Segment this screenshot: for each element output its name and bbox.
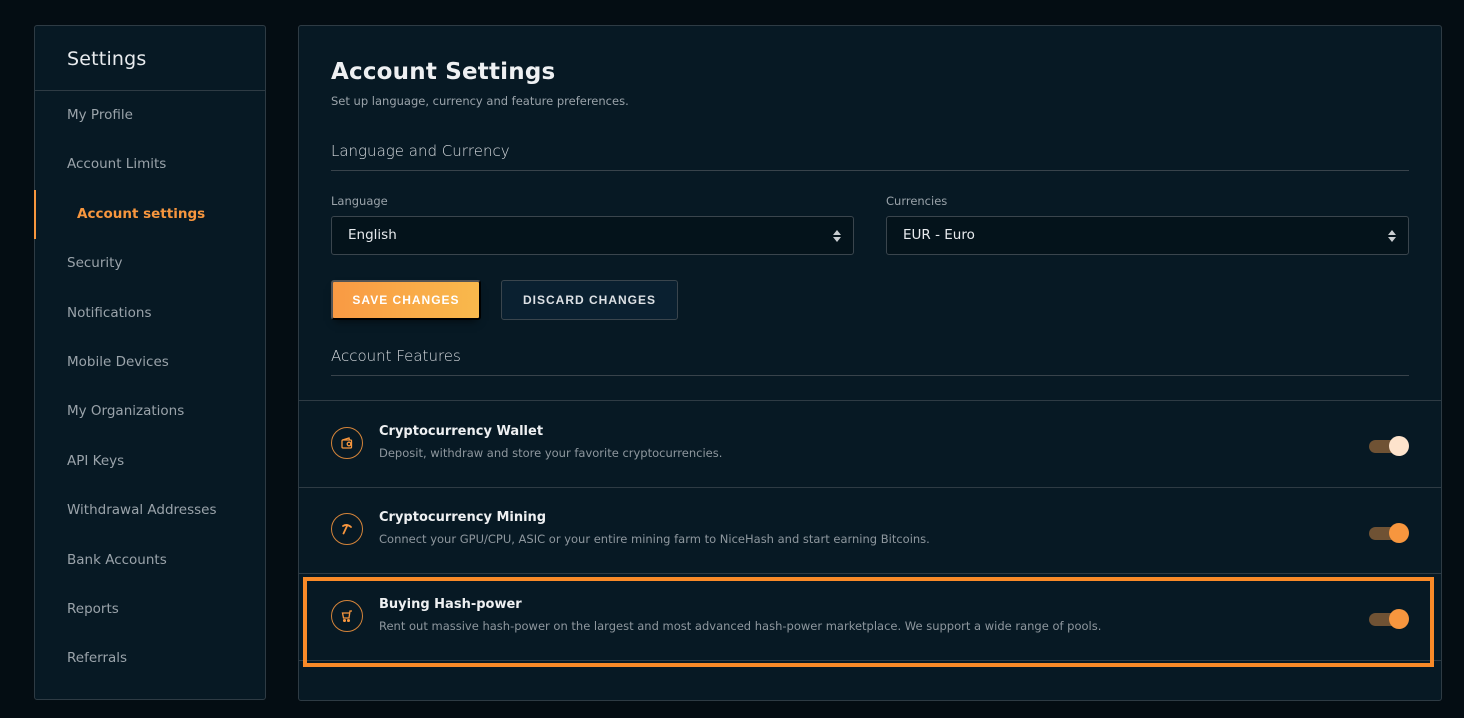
- save-changes-button[interactable]: SAVE CHANGES: [331, 280, 481, 320]
- language-select[interactable]: English: [331, 216, 854, 255]
- settings-sidebar: Settings My Profile Account Limits Accou…: [34, 25, 266, 700]
- sidebar-item-withdrawal-addresses[interactable]: Withdrawal Addresses: [35, 486, 265, 535]
- sidebar-item-referrals[interactable]: Referrals: [35, 634, 265, 683]
- discard-changes-button[interactable]: DISCARD CHANGES: [501, 280, 678, 320]
- currency-field-group: Currencies EUR - Euro: [886, 194, 1409, 255]
- currency-select-value: EUR - Euro: [903, 227, 975, 243]
- sidebar-item-my-profile[interactable]: My Profile: [35, 91, 265, 140]
- toggle-knob: [1389, 436, 1409, 456]
- sidebar-item-reports[interactable]: Reports: [35, 585, 265, 634]
- form-actions: SAVE CHANGES DISCARD CHANGES: [331, 280, 1409, 320]
- feature-row-wallet: Cryptocurrency Wallet Deposit, withdraw …: [299, 401, 1441, 488]
- feature-description: Deposit, withdraw and store your favorit…: [379, 445, 723, 460]
- feature-row-mining: Cryptocurrency Mining Connect your GPU/C…: [299, 488, 1441, 574]
- feature-text: Cryptocurrency Wallet Deposit, withdraw …: [379, 424, 722, 460]
- language-select-value: English: [348, 227, 397, 243]
- cart-icon: [331, 599, 363, 632]
- sidebar-item-mobile-devices[interactable]: Mobile Devices: [35, 338, 265, 387]
- language-currency-section-title: Language and Currency: [331, 142, 1409, 171]
- wallet-toggle[interactable]: [1369, 435, 1409, 457]
- feature-description: Connect your GPU/CPU, ASIC or your entir…: [379, 532, 930, 547]
- feature-text: Buying Hash-power Rent out massive hash-…: [379, 597, 1101, 633]
- feature-title: Cryptocurrency Mining: [379, 510, 547, 526]
- feature-row-buying-hashpower: Buying Hash-power Rent out massive hash-…: [299, 574, 1441, 661]
- language-currency-form: Language English Currencies EUR - Euro: [331, 194, 1409, 255]
- feature-title: Cryptocurrency Wallet: [379, 423, 544, 439]
- currency-select[interactable]: EUR - Euro: [886, 216, 1409, 255]
- mining-toggle[interactable]: [1369, 522, 1409, 544]
- sidebar-item-notifications[interactable]: Notifications: [35, 289, 265, 338]
- toggle-knob: [1389, 609, 1409, 629]
- currency-label: Currencies: [886, 194, 948, 208]
- feature-description: Rent out massive hash-power on the large…: [379, 618, 1102, 633]
- wallet-icon: [331, 426, 363, 459]
- sidebar-nav: My Profile Account Limits Account settin…: [34, 91, 265, 684]
- feature-title: Buying Hash-power: [379, 596, 522, 612]
- page-subtitle: Set up language, currency and feature pr…: [331, 94, 629, 108]
- sidebar-item-security[interactable]: Security: [35, 239, 265, 288]
- sidebar-item-bank-accounts[interactable]: Bank Accounts: [35, 536, 265, 585]
- sidebar-item-api-keys[interactable]: API Keys: [35, 437, 265, 486]
- toggle-knob: [1389, 522, 1409, 543]
- features-list: Cryptocurrency Wallet Deposit, withdraw …: [299, 400, 1441, 661]
- account-features-section-title: Account Features: [331, 347, 1409, 376]
- select-arrows-icon: [1388, 230, 1396, 242]
- sidebar-item-account-settings[interactable]: Account settings: [34, 189, 265, 240]
- sidebar-title: Settings: [35, 26, 265, 91]
- pickaxe-icon: [331, 513, 363, 546]
- select-arrows-icon: [833, 230, 841, 242]
- language-label: Language: [331, 194, 388, 208]
- language-field-group: Language English: [331, 194, 854, 255]
- sidebar-item-account-limits[interactable]: Account Limits: [35, 140, 265, 189]
- buying-hashpower-toggle[interactable]: [1369, 608, 1409, 630]
- account-settings-panel: Account Settings Set up language, curren…: [298, 25, 1442, 701]
- feature-text: Cryptocurrency Mining Connect your GPU/C…: [379, 510, 930, 546]
- sidebar-item-my-organizations[interactable]: My Organizations: [35, 387, 265, 436]
- page-title: Account Settings: [331, 59, 556, 85]
